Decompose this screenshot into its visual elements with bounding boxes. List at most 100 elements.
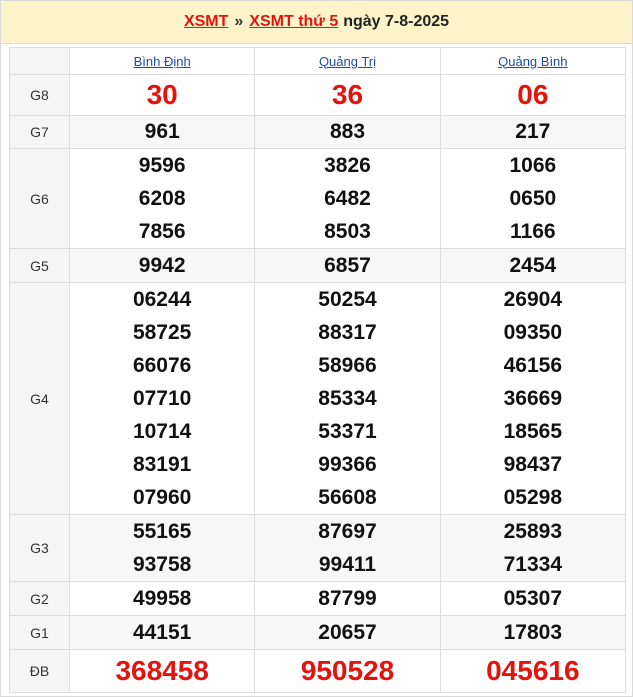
header-corner-cell (9, 47, 70, 75)
prize-cell: 17803 (439, 615, 627, 650)
prize-number: 49958 (132, 587, 192, 610)
prize-number: 36669 (503, 387, 563, 410)
prize-cell: 06 (439, 74, 627, 116)
prize-row-g4: G4 06244 58725 66076 07710 10714 83191 07960 502… (9, 282, 627, 515)
prize-number: 87697 (318, 520, 377, 543)
prize-number: 0650 (509, 187, 557, 210)
prize-cell: 2454 (439, 248, 627, 283)
prize-number: 3826 (324, 154, 371, 177)
prize-cell: 961 (68, 115, 256, 149)
province-link-quang-tri[interactable]: Quảng Trị (319, 54, 376, 69)
prize-cell: 44151 (68, 615, 256, 650)
prize-number: 950528 (300, 655, 395, 686)
prize-number: 05307 (503, 587, 563, 610)
prize-number: 99366 (318, 453, 377, 476)
prize-number: 53371 (318, 420, 377, 443)
prize-number: 6482 (324, 187, 371, 210)
prize-number: 36 (331, 79, 364, 110)
prize-number: 66076 (132, 354, 192, 377)
prize-label: G7 (9, 115, 70, 149)
prize-cell: 06244 58725 66076 07710 10714 83191 07960 (68, 282, 256, 515)
prize-number: 93758 (132, 553, 192, 576)
prize-number: 17803 (503, 621, 563, 644)
prize-number: 06 (517, 79, 549, 110)
prize-number: 20657 (318, 621, 377, 644)
prize-cell: 05307 (439, 581, 627, 616)
prize-cell: 9942 (68, 248, 256, 283)
prize-number: 217 (515, 120, 551, 143)
prize-number: 98437 (503, 453, 563, 476)
prize-row-g6: G6 9596 6208 7856 3826 6482 8503 1066 0650 1166 (9, 148, 627, 249)
province-link-quang-binh[interactable]: Quảng Bình (498, 54, 567, 69)
prize-number: 50254 (318, 288, 377, 311)
prize-label: G6 (9, 148, 70, 249)
prize-number: 6857 (324, 254, 371, 277)
prize-row-g1: G1 44151 20657 17803 (9, 615, 627, 650)
draw-date: ngày 7-8-2025 (343, 13, 450, 30)
prize-row-g7: G7 961 883 217 (9, 115, 627, 149)
prize-number: 26904 (503, 288, 563, 311)
prize-row-g5: G5 9942 6857 2454 (9, 248, 627, 283)
prize-cell: 36 (254, 74, 441, 116)
prize-row-g2: G2 49958 87799 05307 (9, 581, 627, 616)
prize-row-g3: G3 55165 93758 87697 99411 25893 71334 (9, 514, 627, 582)
prize-cell: 49958 (68, 581, 256, 616)
prize-label: G8 (9, 74, 70, 116)
prize-number: 8503 (324, 220, 371, 243)
prize-label: G3 (9, 514, 70, 582)
prize-number: 58725 (132, 321, 192, 344)
prize-cell: 368458 (68, 649, 256, 693)
province-header-row: Bình Định Quảng Trị Quảng Bình (9, 47, 627, 75)
xsmt-link[interactable]: XSMT (184, 13, 228, 31)
results-title-bar: XSMT » XSMT thứ 5 ngày 7-8-2025 (1, 1, 632, 44)
prize-cell: 55165 93758 (68, 514, 256, 582)
prize-number: 10714 (132, 420, 192, 443)
prize-number: 2454 (509, 254, 557, 277)
prize-number: 1066 (509, 154, 557, 177)
prize-number: 07960 (132, 486, 192, 509)
prize-number: 1166 (510, 220, 556, 243)
prize-number: 87799 (318, 587, 377, 610)
prize-number: 30 (146, 79, 178, 110)
prize-cell: 950528 (254, 649, 441, 693)
prize-cell: 25893 71334 (439, 514, 627, 582)
prize-row-db: ĐB 368458 950528 045616 (9, 649, 627, 693)
prize-number: 6208 (138, 187, 186, 210)
prize-number: 06244 (132, 288, 192, 311)
prize-number: 9942 (138, 254, 186, 277)
province-link-binh-dinh[interactable]: Bình Định (134, 54, 191, 69)
province-header-cell: Bình Định (68, 47, 256, 75)
prize-number: 83191 (132, 453, 192, 476)
prize-label: G5 (9, 248, 70, 283)
prize-cell: 045616 (439, 649, 627, 693)
province-header-cell: Quảng Trị (254, 47, 441, 75)
prize-label: G4 (9, 282, 70, 515)
prize-cell: 26904 09350 46156 36669 18565 98437 05298 (439, 282, 627, 515)
prize-label: G1 (9, 615, 70, 650)
prize-cell: 6857 (254, 248, 441, 283)
prize-number: 25893 (503, 520, 563, 543)
prize-number: 99411 (318, 553, 377, 576)
lottery-results-table: Bình Định Quảng Trị Quảng Bình G8 30 36 06 G… (9, 47, 627, 693)
prize-number: 9596 (138, 154, 186, 177)
prize-number: 56608 (318, 486, 377, 509)
prize-number: 7856 (138, 220, 186, 243)
prize-number: 961 (144, 120, 180, 143)
prize-number: 46156 (503, 354, 563, 377)
prize-number: 58966 (318, 354, 377, 377)
prize-number: 55165 (132, 520, 192, 543)
prize-number: 88317 (318, 321, 377, 344)
prize-cell: 1066 0650 1166 (439, 148, 627, 249)
prize-cell: 9596 6208 7856 (68, 148, 256, 249)
prize-cell: 30 (68, 74, 256, 116)
results-panel: XSMT » XSMT thứ 5 ngày 7-8-2025 Bình Địn… (0, 0, 633, 697)
prize-number: 883 (329, 120, 366, 143)
prize-number: 09350 (503, 321, 563, 344)
prize-cell: 20657 (254, 615, 441, 650)
prize-cell: 87799 (254, 581, 441, 616)
prize-number: 07710 (132, 387, 192, 410)
prize-number: 85334 (318, 387, 377, 410)
prize-label: G2 (9, 581, 70, 616)
xsmt-thu5-link[interactable]: XSMT thứ 5 (249, 13, 338, 31)
prize-number: 05298 (503, 486, 563, 509)
